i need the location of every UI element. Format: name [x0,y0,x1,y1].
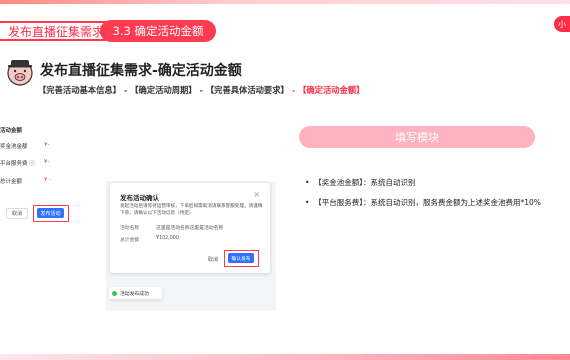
service-fee-value: ¥- [44,159,50,165]
dialog-cancel-button[interactable]: 取消 [208,256,218,263]
bullet-text: 【平台服务费】：系统自动识别，服务费金额为上述奖金池费用*10% [314,198,541,207]
prize-pool-label: 奖金池金额 [0,144,28,150]
close-icon[interactable]: × [253,190,260,199]
breadcrumb-step-3: 【完善具体活动要求】 [205,85,289,95]
page-title: 发布直播征集需求 [0,21,117,41]
confirm-highlight: 确认发布 [224,250,259,267]
publish-button[interactable]: 发布活动 [37,208,64,218]
dialog-description: 发起活动后请等待运营审核，下单后如需取消请联系客服处理，请谨慎下单，请确认以下活… [120,204,263,217]
breadcrumb: 【完善活动基本信息】 - 【确定活动周期】 - 【完善具体活动要求】 - 【确定… [38,84,364,96]
activity-name-label: 活动名称 [120,226,140,231]
cancel-button[interactable]: 取消 [6,208,28,219]
toast-text: 活动发布成功 [120,291,149,297]
publish-highlight: 发布活动 [33,205,69,222]
total-amount-value: ¥102,000 [156,236,179,241]
breadcrumb-step-4-active: 【确定活动金额】 [298,85,365,95]
breadcrumb-separator: - [291,85,296,95]
service-fee-label: 平台服务费 ⓘ [0,161,35,167]
breadcrumb-step-1: 【完善活动基本信息】 [38,85,121,95]
pig-mascot-icon [7,60,33,86]
total-amount-label: 总计金额 [120,238,140,243]
prize-pool-value: ¥- [44,142,50,148]
brand-logo-icon: 小 [554,16,570,32]
breadcrumb-separator: - [123,85,128,95]
total-amount-value: ¥ - [44,177,52,183]
bottom-decor-stripe [0,354,570,360]
confirm-publish-button[interactable]: 确认发布 [228,253,254,263]
activity-name-value: 这里是活动名称这里是活动名称 [156,226,224,231]
top-decor-stripe [0,0,570,4]
breadcrumb-separator: - [199,85,203,95]
bullet-text: 【奖金池金额】：系统自动识别 [314,178,416,187]
breadcrumb-step-2: 【确定活动周期】 [130,85,197,95]
total-amount-label: 总计金额 [0,179,23,185]
bullet-prize-pool: • 【奖金池金额】：系统自动识别 [305,178,416,187]
bullet-service-fee: • 【平台服务费】：系统自动识别，服务费金额为上述奖金池费用*10% [305,198,541,207]
dialog-title: 发布活动确认 [120,194,159,202]
form-section-title: 活动金额 [0,128,23,134]
success-toast: 活动发布成功 [109,287,162,299]
main-heading: 发布直播征集需求-确定活动金额 [40,63,242,79]
section-tag: 3.3 确定活动金额 [100,20,216,42]
module-title-banner: 填写模块 [299,126,535,148]
success-check-icon [112,290,117,296]
